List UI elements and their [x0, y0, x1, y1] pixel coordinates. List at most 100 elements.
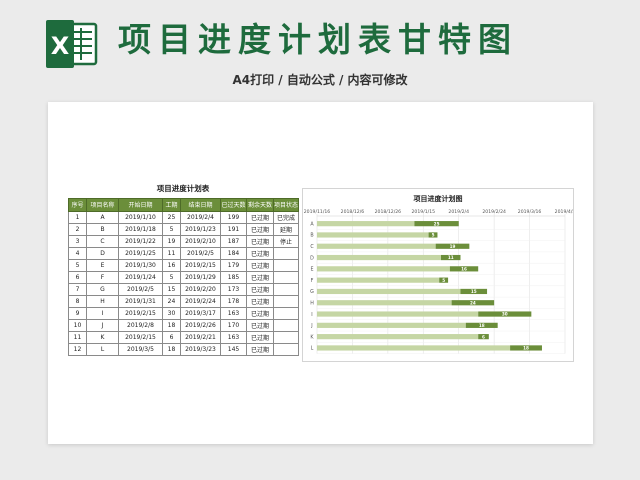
table-cell[interactable]: 2019/1/31	[118, 294, 163, 308]
table-cell[interactable]: 已过期	[246, 342, 274, 356]
table-cell[interactable]: 2019/1/30	[118, 258, 163, 272]
table-cell[interactable]: 15	[162, 282, 181, 296]
table-cell[interactable]: 2019/1/22	[118, 234, 163, 248]
table-cell[interactable]: 5	[162, 222, 181, 236]
table-cell[interactable]: 2019/2/8	[118, 318, 163, 332]
table-cell[interactable]: K	[86, 330, 119, 344]
column-header: 序号	[68, 198, 87, 212]
table-cell[interactable]: 185	[220, 270, 247, 284]
table-cell[interactable]: D	[86, 246, 119, 260]
table-cell[interactable]: 12	[68, 342, 87, 356]
table-cell[interactable]: 187	[220, 234, 247, 248]
y-category-label: B	[310, 233, 313, 239]
table-cell[interactable]	[273, 342, 299, 356]
table-cell[interactable]: 184	[220, 246, 247, 260]
table-cell[interactable]: 4	[68, 246, 87, 260]
table-cell[interactable]: 2019/2/21	[180, 330, 221, 344]
column-header: 开始日期	[118, 198, 163, 212]
table-cell[interactable]: 延期	[273, 222, 299, 236]
table-cell[interactable]: 已过期	[246, 234, 274, 248]
table-cell[interactable]: 25	[162, 210, 181, 224]
table-cell[interactable]: 7	[68, 282, 87, 296]
table-cell[interactable]: 2019/2/10	[180, 234, 221, 248]
table-cell[interactable]: 2019/3/23	[180, 342, 221, 356]
table-cell[interactable]	[273, 258, 299, 272]
table-cell[interactable]: 24	[162, 294, 181, 308]
table-cell[interactable]: 2019/2/24	[180, 294, 221, 308]
table-cell[interactable]: G	[86, 282, 119, 296]
table-cell[interactable]: 2019/2/20	[180, 282, 221, 296]
table-cell[interactable]: 2019/3/5	[118, 342, 163, 356]
table-cell[interactable]: 2019/1/29	[180, 270, 221, 284]
table-cell[interactable]: 2019/2/4	[180, 210, 221, 224]
table-cell[interactable]: 2019/2/5	[118, 282, 163, 296]
table-cell[interactable]: 11	[68, 330, 87, 344]
table-cell[interactable]	[273, 282, 299, 296]
table-cell[interactable]: 2019/1/23	[180, 222, 221, 236]
table-cell[interactable]: 已过期	[246, 258, 274, 272]
table-cell[interactable]: 已过期	[246, 294, 274, 308]
table-cell[interactable]: L	[86, 342, 119, 356]
table-cell[interactable]: 5	[68, 258, 87, 272]
table-cell[interactable]: 2019/1/18	[118, 222, 163, 236]
table-cell[interactable]: 已过期	[246, 270, 274, 284]
table-cell[interactable]: 178	[220, 294, 247, 308]
table-cell[interactable]: 1	[68, 210, 87, 224]
table-cell[interactable]: 19	[162, 234, 181, 248]
table-cell[interactable]: 已过期	[246, 318, 274, 332]
table-cell[interactable]: 2019/1/25	[118, 246, 163, 260]
table-cell[interactable]: 10	[68, 318, 87, 332]
table-cell[interactable]: 2019/1/10	[118, 210, 163, 224]
table-cell[interactable]: 173	[220, 282, 247, 296]
table-cell[interactable]: 18	[162, 342, 181, 356]
table-cell[interactable]: 199	[220, 210, 247, 224]
table-cell[interactable]: J	[86, 318, 119, 332]
table-cell[interactable]	[273, 246, 299, 260]
table-cell[interactable]: 9	[68, 306, 87, 320]
table-cell[interactable]: I	[86, 306, 119, 320]
table-cell[interactable]: 2	[68, 222, 87, 236]
table-cell[interactable]: 已过期	[246, 306, 274, 320]
table-cell[interactable]: 6	[162, 330, 181, 344]
gantt-chart-svg: 项目进度计划图 2019/11/16 2018/12/6 2018/12/26 2019…	[304, 194, 573, 354]
table-cell[interactable]: 2019/1/24	[118, 270, 163, 284]
table-cell[interactable]: 2019/2/15	[180, 258, 221, 272]
table-cell[interactable]: 已过期	[246, 210, 274, 224]
table-cell[interactable]: 163	[220, 330, 247, 344]
table-cell[interactable]: H	[86, 294, 119, 308]
table-cell[interactable]	[273, 318, 299, 332]
table-cell[interactable]: 2019/2/5	[180, 246, 221, 260]
table-cell[interactable]: 11	[162, 246, 181, 260]
table-cell[interactable]: C	[86, 234, 119, 248]
table-cell[interactable]: 8	[68, 294, 87, 308]
table-cell[interactable]: 5	[162, 270, 181, 284]
table-cell[interactable]: 2019/2/15	[118, 306, 163, 320]
table-cell[interactable]: 170	[220, 318, 247, 332]
table-cell[interactable]: 16	[162, 258, 181, 272]
table-cell[interactable]: 179	[220, 258, 247, 272]
table-cell[interactable]	[273, 306, 299, 320]
table-cell[interactable]: 已过期	[246, 330, 274, 344]
table-cell[interactable]	[273, 330, 299, 344]
table-cell[interactable]: 6	[68, 270, 87, 284]
table-cell[interactable]: 163	[220, 306, 247, 320]
table-cell[interactable]: 191	[220, 222, 247, 236]
table-cell[interactable]: 30	[162, 306, 181, 320]
table-cell[interactable]: F	[86, 270, 119, 284]
table-cell[interactable]: 已过期	[246, 246, 274, 260]
table-cell[interactable]: 已过期	[246, 282, 274, 296]
table-cell[interactable]: A	[86, 210, 119, 224]
table-cell[interactable]: 2019/2/15	[118, 330, 163, 344]
table-cell[interactable]: 已完成	[273, 210, 299, 224]
table-cell[interactable]: 已过期	[246, 222, 274, 236]
table-cell[interactable]	[273, 294, 299, 308]
table-cell[interactable]: E	[86, 258, 119, 272]
table-cell[interactable]	[273, 270, 299, 284]
table-cell[interactable]: 3	[68, 234, 87, 248]
table-cell[interactable]: 2019/2/26	[180, 318, 221, 332]
table-cell[interactable]: B	[86, 222, 119, 236]
table-cell[interactable]: 145	[220, 342, 247, 356]
table-cell[interactable]: 停止	[273, 234, 299, 248]
table-cell[interactable]: 2019/3/17	[180, 306, 221, 320]
table-cell[interactable]: 18	[162, 318, 181, 332]
